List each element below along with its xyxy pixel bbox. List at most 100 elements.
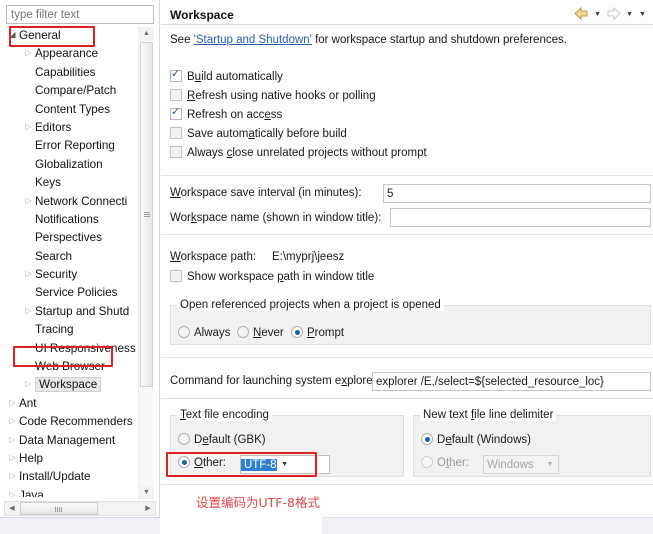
sidebar-item-notifications[interactable]: Notifications	[4, 211, 156, 229]
triangle-right-icon[interactable]: ▷	[6, 449, 19, 467]
scrollbar-grip	[55, 507, 63, 512]
scrollbar-thumb-vertical[interactable]	[140, 42, 153, 387]
radio-encoding-other[interactable]: Other:	[178, 456, 226, 469]
triangle-right-icon[interactable]: ▷	[6, 486, 19, 497]
checkbox-save-before-build[interactable]: Save automatically before build	[170, 127, 347, 140]
delimiter-combobox[interactable]: Windows ▼	[483, 455, 559, 474]
sidebar-item-general[interactable]: ◢ General	[4, 27, 156, 45]
triangle-right-icon[interactable]: ▷	[22, 118, 35, 136]
sidebar-item-appearance[interactable]: ▷ Appearance	[4, 45, 156, 63]
checkbox-box[interactable]	[170, 127, 182, 139]
radio-circle[interactable]	[178, 456, 190, 468]
sidebar-item-service-policies[interactable]: Service Policies	[4, 284, 156, 302]
chevron-down-icon[interactable]: ▼	[277, 456, 293, 473]
radio-delimiter-other[interactable]: Other:	[421, 456, 469, 470]
chevron-down-icon[interactable]: ▼	[624, 6, 635, 21]
tree-vertical-scrollbar[interactable]: ▲ ▼	[138, 27, 154, 500]
sidebar-item-globalization[interactable]: Globalization	[4, 156, 156, 174]
checkbox-refresh-on-access[interactable]: Refresh on access	[170, 105, 282, 121]
encoding-combobox[interactable]: UTF-8 ▼	[240, 455, 330, 474]
checkbox-refresh-native-hooks[interactable]: Refresh using native hooks or polling	[170, 89, 376, 102]
sidebar-item-capabilities[interactable]: Capabilities	[4, 64, 156, 82]
sidebar-item-security[interactable]: ▷ Security	[4, 266, 156, 284]
triangle-down-icon[interactable]: ◢	[6, 27, 19, 44]
chevron-down-icon[interactable]: ▼	[592, 6, 603, 21]
workspace-name-input[interactable]	[390, 208, 651, 227]
save-interval-input[interactable]	[383, 184, 651, 203]
launch-command-input[interactable]	[372, 372, 651, 391]
sidebar-item-label: Appearance	[35, 47, 99, 61]
sidebar-item-label: Search	[35, 249, 73, 263]
radio-label: Other:	[437, 457, 469, 470]
radio-never[interactable]: Never	[237, 326, 284, 339]
sidebar-item-compare-patch[interactable]: Compare/Patch	[4, 82, 156, 100]
triangle-down-icon[interactable]: ▼	[139, 486, 154, 500]
sidebar-item-tracing[interactable]: Tracing	[4, 321, 156, 339]
launch-command-label: Command for launching system explorer:	[170, 375, 380, 387]
triangle-left-icon[interactable]: ◀	[5, 502, 19, 515]
sidebar-item-install-update[interactable]: ▷ Install/Update	[4, 468, 156, 486]
chevron-down-icon[interactable]: ▼	[542, 456, 558, 473]
sidebar-item-java[interactable]: ▷ Java	[4, 487, 156, 497]
scrollbar-thumb-horizontal[interactable]	[20, 502, 98, 515]
forward-arrow-icon[interactable]	[605, 6, 622, 21]
sidebar-item-error-reporting[interactable]: Error Reporting	[4, 137, 156, 155]
back-arrow-icon[interactable]	[573, 6, 590, 21]
radio-delimiter-default[interactable]: Default (Windows)	[421, 433, 531, 446]
triangle-right-icon[interactable]: ▷	[6, 394, 19, 412]
sidebar-item-label: Keys	[35, 176, 61, 190]
sidebar-item-perspectives[interactable]: Perspectives	[4, 229, 156, 247]
checkbox-box[interactable]	[170, 270, 182, 282]
checkbox-build-automatically[interactable]: Build automatically	[170, 67, 283, 83]
checkbox-box[interactable]	[170, 105, 182, 120]
radio-circle[interactable]	[291, 326, 303, 338]
sidebar-item-startup-and-shutd[interactable]: ▷ Startup and Shutd	[4, 303, 156, 321]
view-menu-chevron-icon[interactable]: ▼	[637, 6, 648, 21]
sidebar-item-data-management[interactable]: ▷ Data Management	[4, 432, 156, 450]
sidebar-item-search[interactable]: Search	[4, 248, 156, 266]
radio-circle[interactable]	[178, 433, 190, 445]
triangle-right-icon[interactable]: ▷	[6, 467, 19, 485]
triangle-up-icon[interactable]: ▲	[139, 27, 154, 41]
sidebar-item-workspace[interactable]: ▷ Workspace	[4, 376, 156, 394]
preferences-tree: ◢ General ▷ Appearance Capabilities Compare/P…	[4, 27, 156, 497]
search-input[interactable]	[6, 5, 154, 24]
triangle-right-icon[interactable]: ▷	[22, 302, 35, 320]
sidebar-item-web-browser[interactable]: Web Browser	[4, 358, 156, 376]
radio-circle[interactable]	[421, 433, 433, 445]
radio-circle[interactable]	[178, 326, 190, 338]
sidebar-item-ui-responsiveness[interactable]: UI Responsiveness	[4, 340, 156, 358]
sidebar-item-help[interactable]: ▷ Help	[4, 450, 156, 468]
intro-text: See 'Startup and Shutdown' for workspace…	[170, 34, 567, 46]
radio-prompt[interactable]: Prompt	[291, 326, 344, 339]
checkbox-box[interactable]	[170, 89, 182, 101]
sidebar-item-keys[interactable]: Keys	[4, 174, 156, 192]
sidebar-item-editors[interactable]: ▷ Editors	[4, 119, 156, 137]
triangle-right-icon[interactable]: ▷	[22, 44, 35, 62]
sidebar-item-label: Ant	[19, 396, 37, 410]
dialog-footer-right	[322, 517, 653, 534]
sidebar-item-network-connecti[interactable]: ▷ Network Connecti	[4, 193, 156, 211]
tree-horizontal-scrollbar[interactable]: ◀ ▶	[4, 501, 156, 516]
sidebar-item-content-types[interactable]: Content Types	[4, 101, 156, 119]
radio-always[interactable]: Always	[178, 326, 230, 339]
triangle-right-icon[interactable]: ▷	[22, 265, 35, 283]
sidebar-item-label: Tracing	[35, 323, 74, 337]
sidebar-item-label: Editors	[35, 120, 72, 134]
triangle-right-icon[interactable]: ▷	[22, 375, 35, 393]
checkbox-show-path-in-title[interactable]: Show workspace path in window title	[170, 270, 374, 283]
triangle-right-icon[interactable]: ▷	[6, 431, 19, 449]
sidebar-item-ant[interactable]: ▷ Ant	[4, 395, 156, 413]
radio-circle[interactable]	[421, 456, 433, 468]
triangle-right-icon[interactable]: ▷	[22, 192, 35, 210]
radio-circle[interactable]	[237, 326, 249, 338]
sidebar-item-label: Perspectives	[35, 231, 102, 245]
triangle-right-icon[interactable]: ▷	[6, 412, 19, 430]
triangle-right-icon[interactable]: ▶	[141, 502, 155, 515]
checkbox-box[interactable]	[170, 67, 182, 82]
radio-encoding-default[interactable]: Default (GBK)	[178, 433, 266, 446]
sidebar-item-code-recommenders[interactable]: ▷ Code Recommenders	[4, 413, 156, 431]
startup-shutdown-link[interactable]: 'Startup and Shutdown'	[194, 34, 312, 46]
checkbox-box[interactable]	[170, 146, 182, 158]
checkbox-close-unrelated-projects[interactable]: Always close unrelated projects without …	[170, 146, 427, 159]
